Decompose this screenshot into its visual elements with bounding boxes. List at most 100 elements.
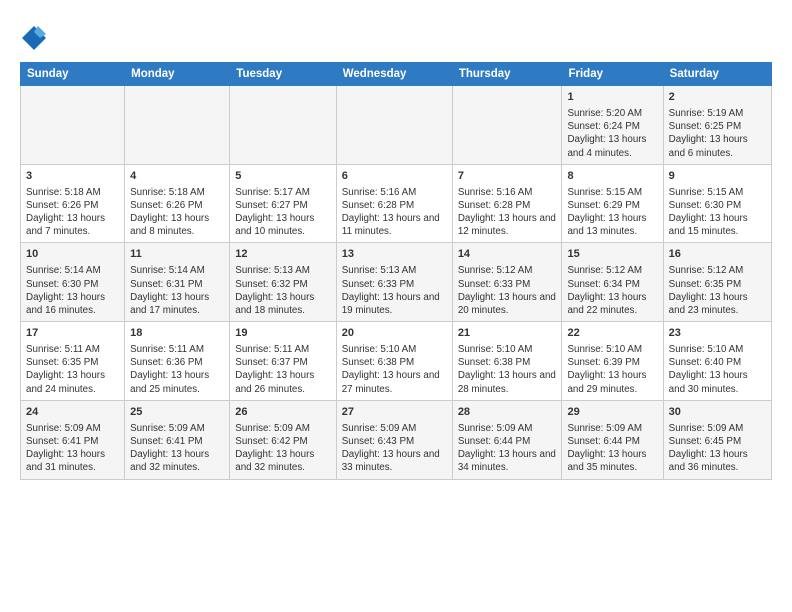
day-cell: 4 Sunrise: 5:18 AMSunset: 6:26 PMDaylight… <box>125 164 230 243</box>
day-cell: 19 Sunrise: 5:11 AMSunset: 6:37 PMDayligh… <box>230 322 336 401</box>
day-number: 25 <box>130 405 224 420</box>
day-number: 20 <box>342 326 447 341</box>
day-cell <box>125 86 230 165</box>
day-cell: 18Sunrise: 5:11 AMSunset: 6:36 PMDayligh… <box>125 322 230 401</box>
day-number: 14 <box>458 247 557 262</box>
header-cell-monday: Monday <box>125 63 230 86</box>
day-info: Sunrise: 5:09 AMSunset: 6:42 PMDaylight:… <box>235 422 330 475</box>
day-number: 3 <box>26 169 119 184</box>
day-cell: 11 Sunrise: 5:14 AMSunset: 6:31 PMDayligh… <box>125 243 230 322</box>
day-cell: 28Sunrise: 5:09 AMSunset: 6:44 PMDayligh… <box>452 400 562 479</box>
day-cell: 25 Sunrise: 5:09 AMSunset: 6:41 PMDayligh… <box>125 400 230 479</box>
week-row-4: 24 Sunrise: 5:09 AMSunset: 6:41 PMDayligh… <box>21 400 772 479</box>
day-cell: 22 Sunrise: 5:10 AMSunset: 6:39 PMDayligh… <box>562 322 663 401</box>
calendar-table: SundayMondayTuesdayWednesdayThursdayFrid… <box>20 62 772 480</box>
day-info: Sunrise: 5:19 AMSunset: 6:25 PMDaylight:… <box>669 107 766 160</box>
day-cell: 30Sunrise: 5:09 AMSunset: 6:45 PMDayligh… <box>663 400 771 479</box>
day-info: Sunrise: 5:15 AMSunset: 6:30 PMDaylight:… <box>669 186 766 239</box>
day-cell: 29 Sunrise: 5:09 AMSunset: 6:44 PMDayligh… <box>562 400 663 479</box>
day-info: Sunrise: 5:11 AMSunset: 6:35 PMDaylight:… <box>26 343 119 396</box>
day-info: Sunrise: 5:10 AMSunset: 6:38 PMDaylight:… <box>342 343 447 396</box>
day-number: 6 <box>342 169 447 184</box>
day-cell <box>21 86 125 165</box>
day-info: Sunrise: 5:12 AMSunset: 6:34 PMDaylight:… <box>567 264 657 317</box>
day-cell: 15 Sunrise: 5:12 AMSunset: 6:34 PMDayligh… <box>562 243 663 322</box>
day-number: 23 <box>669 326 766 341</box>
day-info: Sunrise: 5:12 AMSunset: 6:33 PMDaylight:… <box>458 264 557 317</box>
day-number: 19 <box>235 326 330 341</box>
day-info: Sunrise: 5:09 AMSunset: 6:44 PMDaylight:… <box>458 422 557 475</box>
day-info: Sunrise: 5:16 AMSunset: 6:28 PMDaylight:… <box>342 186 447 239</box>
day-info: Sunrise: 5:15 AMSunset: 6:29 PMDaylight:… <box>567 186 657 239</box>
day-info: Sunrise: 5:14 AMSunset: 6:31 PMDaylight:… <box>130 264 224 317</box>
day-number: 10 <box>26 247 119 262</box>
day-info: Sunrise: 5:10 AMSunset: 6:39 PMDaylight:… <box>567 343 657 396</box>
day-cell: 6 Sunrise: 5:16 AMSunset: 6:28 PMDaylight… <box>336 164 452 243</box>
day-info: Sunrise: 5:10 AMSunset: 6:40 PMDaylight:… <box>669 343 766 396</box>
day-cell: 16Sunrise: 5:12 AMSunset: 6:35 PMDayligh… <box>663 243 771 322</box>
day-cell <box>452 86 562 165</box>
day-number: 15 <box>567 247 657 262</box>
day-cell: 14 Sunrise: 5:12 AMSunset: 6:33 PMDayligh… <box>452 243 562 322</box>
day-info: Sunrise: 5:09 AMSunset: 6:43 PMDaylight:… <box>342 422 447 475</box>
logo <box>20 22 52 52</box>
day-number: 27 <box>342 405 447 420</box>
day-cell: 10 Sunrise: 5:14 AMSunset: 6:30 PMDayligh… <box>21 243 125 322</box>
day-cell: 3 Sunrise: 5:18 AMSunset: 6:26 PMDaylight… <box>21 164 125 243</box>
week-row-2: 10 Sunrise: 5:14 AMSunset: 6:30 PMDayligh… <box>21 243 772 322</box>
calendar-body: 1Sunrise: 5:20 AMSunset: 6:24 PMDaylight… <box>21 86 772 480</box>
day-info: Sunrise: 5:12 AMSunset: 6:35 PMDaylight:… <box>669 264 766 317</box>
header-cell-friday: Friday <box>562 63 663 86</box>
day-number: 8 <box>567 169 657 184</box>
day-number: 13 <box>342 247 447 262</box>
header-cell-sunday: Sunday <box>21 63 125 86</box>
day-number: 26 <box>235 405 330 420</box>
week-row-3: 17 Sunrise: 5:11 AMSunset: 6:35 PMDayligh… <box>21 322 772 401</box>
day-info: Sunrise: 5:17 AMSunset: 6:27 PMDaylight:… <box>235 186 330 239</box>
header-cell-wednesday: Wednesday <box>336 63 452 86</box>
day-cell: 12Sunrise: 5:13 AMSunset: 6:32 PMDayligh… <box>230 243 336 322</box>
day-number: 18 <box>130 326 224 341</box>
day-info: Sunrise: 5:18 AMSunset: 6:26 PMDaylight:… <box>26 186 119 239</box>
header-row: SundayMondayTuesdayWednesdayThursdayFrid… <box>21 63 772 86</box>
day-cell: 20 Sunrise: 5:10 AMSunset: 6:38 PMDayligh… <box>336 322 452 401</box>
day-cell: 13 Sunrise: 5:13 AMSunset: 6:33 PMDayligh… <box>336 243 452 322</box>
day-number: 4 <box>130 169 224 184</box>
day-cell: 23 Sunrise: 5:10 AMSunset: 6:40 PMDayligh… <box>663 322 771 401</box>
day-cell: 5 Sunrise: 5:17 AMSunset: 6:27 PMDaylight… <box>230 164 336 243</box>
day-cell: 2 Sunrise: 5:19 AMSunset: 6:25 PMDaylight… <box>663 86 771 165</box>
day-cell <box>336 86 452 165</box>
day-info: Sunrise: 5:09 AMSunset: 6:41 PMDaylight:… <box>130 422 224 475</box>
day-info: Sunrise: 5:14 AMSunset: 6:30 PMDaylight:… <box>26 264 119 317</box>
day-info: Sunrise: 5:10 AMSunset: 6:38 PMDaylight:… <box>458 343 557 396</box>
day-number: 24 <box>26 405 119 420</box>
day-number: 17 <box>26 326 119 341</box>
day-cell: 7Sunrise: 5:16 AMSunset: 6:28 PMDaylight… <box>452 164 562 243</box>
header-cell-tuesday: Tuesday <box>230 63 336 86</box>
day-number: 29 <box>567 405 657 420</box>
day-number: 11 <box>130 247 224 262</box>
page: SundayMondayTuesdayWednesdayThursdayFrid… <box>0 0 792 492</box>
day-number: 22 <box>567 326 657 341</box>
header <box>20 18 772 52</box>
day-number: 30 <box>669 405 766 420</box>
day-cell: 9 Sunrise: 5:15 AMSunset: 6:30 PMDaylight… <box>663 164 771 243</box>
logo-icon <box>20 24 48 52</box>
day-number: 2 <box>669 90 766 105</box>
day-cell: 27 Sunrise: 5:09 AMSunset: 6:43 PMDayligh… <box>336 400 452 479</box>
header-cell-saturday: Saturday <box>663 63 771 86</box>
day-cell: 17 Sunrise: 5:11 AMSunset: 6:35 PMDayligh… <box>21 322 125 401</box>
day-number: 5 <box>235 169 330 184</box>
day-cell: 1Sunrise: 5:20 AMSunset: 6:24 PMDaylight… <box>562 86 663 165</box>
day-info: Sunrise: 5:18 AMSunset: 6:26 PMDaylight:… <box>130 186 224 239</box>
day-info: Sunrise: 5:13 AMSunset: 6:33 PMDaylight:… <box>342 264 447 317</box>
day-number: 9 <box>669 169 766 184</box>
day-cell: 24Sunrise: 5:09 AMSunset: 6:41 PMDayligh… <box>21 400 125 479</box>
day-info: Sunrise: 5:11 AMSunset: 6:37 PMDaylight:… <box>235 343 330 396</box>
calendar-header: SundayMondayTuesdayWednesdayThursdayFrid… <box>21 63 772 86</box>
day-cell: 26 Sunrise: 5:09 AMSunset: 6:42 PMDayligh… <box>230 400 336 479</box>
day-info: Sunrise: 5:09 AMSunset: 6:44 PMDaylight:… <box>567 422 657 475</box>
week-row-1: 3 Sunrise: 5:18 AMSunset: 6:26 PMDaylight… <box>21 164 772 243</box>
day-number: 7 <box>458 169 557 184</box>
day-cell: 8 Sunrise: 5:15 AMSunset: 6:29 PMDaylight… <box>562 164 663 243</box>
